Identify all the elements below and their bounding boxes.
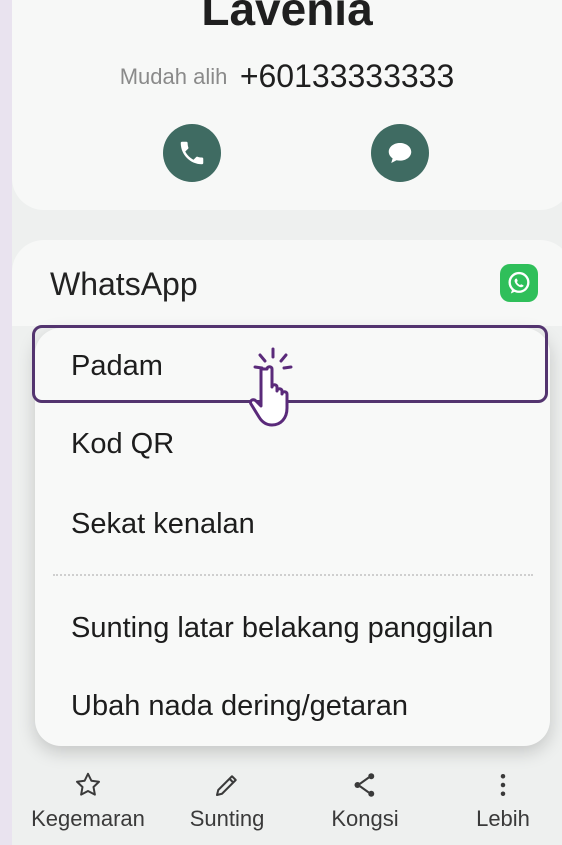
pencil-icon	[216, 775, 237, 796]
share-button[interactable]: Kongsi	[295, 760, 435, 832]
menu-divider	[53, 574, 533, 576]
more-label: Lebih	[476, 806, 530, 831]
message-icon	[388, 143, 412, 163]
hand-cursor-icon	[249, 347, 293, 427]
more-vertical-icon	[500, 774, 506, 796]
whatsapp-label: WhatsApp	[50, 266, 198, 302]
edit-label: Sunting	[189, 806, 265, 831]
edit-button[interactable]: Sunting	[157, 760, 297, 832]
phone-icon	[180, 141, 204, 165]
favorite-label: Kegemaran	[31, 806, 145, 831]
contact-name: Lavenia	[201, 0, 373, 35]
favorite-button[interactable]: Kegemaran	[18, 760, 158, 832]
phone-row[interactable]: Mudah alih +60133333333	[12, 58, 562, 95]
share-icon	[354, 773, 375, 797]
menu-item-block-contact[interactable]: Sekat kenalan	[71, 508, 255, 541]
contact-screen: Lavenia Mudah alih +60133333333 WhatsApp	[12, 0, 562, 845]
menu-item-qr-code[interactable]: Kod QR	[71, 428, 174, 461]
message-button[interactable]	[371, 124, 429, 182]
call-button[interactable]	[163, 124, 221, 182]
share-label: Kongsi	[331, 806, 399, 831]
star-icon	[76, 772, 100, 796]
contact-header-card: Lavenia Mudah alih +60133333333	[12, 0, 562, 210]
phone-label: Mudah alih	[119, 63, 228, 89]
phone-number: +60133333333	[239, 58, 455, 94]
menu-item-edit-call-background[interactable]: Sunting latar belakang panggilan	[71, 612, 493, 645]
whatsapp-section[interactable]: WhatsApp	[12, 240, 562, 326]
menu-item-change-ringtone[interactable]: Ubah nada dering/getaran	[71, 690, 408, 723]
whatsapp-icon[interactable]	[500, 264, 538, 302]
bottom-action-bar: Kegemaran Sunting Kongsi Lebih	[12, 760, 562, 845]
more-button[interactable]: Lebih	[433, 760, 562, 832]
